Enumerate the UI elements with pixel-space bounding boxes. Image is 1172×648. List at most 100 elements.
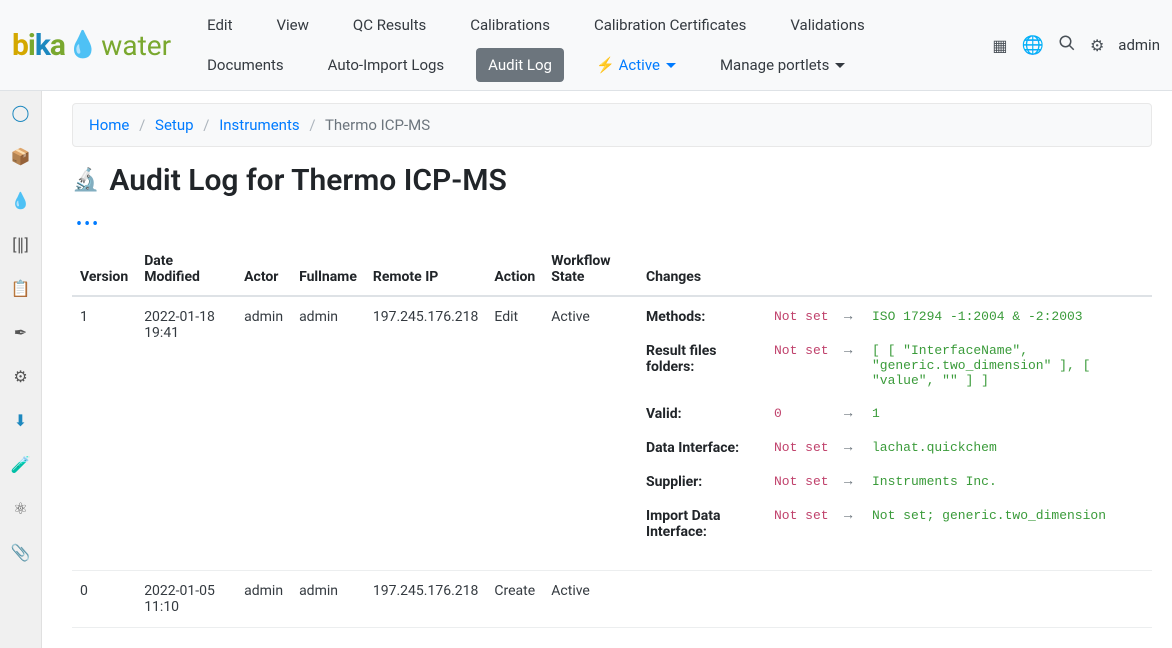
col-state: Workflow State	[543, 243, 638, 296]
microscope-icon: 🔬	[72, 168, 99, 193]
col-changes: Changes	[638, 243, 1152, 296]
change-label: Supplier:	[646, 474, 764, 490]
cell-fullname: admin	[291, 296, 365, 571]
breadcrumb-sep: /	[133, 116, 151, 134]
tab-documents[interactable]: Documents	[195, 48, 296, 82]
col-fullname: Fullname	[291, 243, 365, 296]
change-new: lachat.quickchem	[872, 440, 1144, 455]
sidebar: ◯ 📦 💧 [∥] 📋 ✒ ⚙ ⬇ 🧪 ⚛ 📎	[0, 91, 42, 648]
topbar: bika 💧 water Edit View QC Results Calibr…	[0, 0, 1172, 91]
table-row: 12022-01-18 19:41adminadmin197.245.176.2…	[72, 296, 1152, 571]
tab-validations[interactable]: Validations	[778, 8, 876, 42]
search-icon[interactable]	[1058, 34, 1076, 56]
change-old: Not set	[774, 309, 834, 324]
breadcrumb-sep: /	[197, 116, 215, 134]
breadcrumb-setup[interactable]: Setup	[155, 116, 193, 134]
table-row: 02022-01-05 11:10adminadmin197.245.176.2…	[72, 571, 1152, 628]
tab-audit-log[interactable]: Audit Log	[476, 48, 564, 82]
tab-edit[interactable]: Edit	[195, 8, 244, 42]
logo-k: k	[35, 28, 50, 63]
logo[interactable]: bika 💧 water	[8, 24, 175, 67]
cell-fullname: admin	[291, 571, 365, 628]
sidebar-atoms-icon[interactable]: ⚛	[10, 497, 32, 519]
sidebar-flask-icon[interactable]: 🧪	[10, 453, 32, 475]
sidebar-network-icon[interactable]: ⬇	[10, 409, 32, 431]
col-actor: Actor	[236, 243, 291, 296]
breadcrumb: Home / Setup / Instruments / Thermo ICP-…	[72, 103, 1152, 147]
change-new: 1	[872, 406, 1144, 421]
cell-changes: Methods:Not set→ISO 17294 -1:2004 & -2:2…	[638, 296, 1152, 571]
manage-portlets-dropdown[interactable]: Manage portlets	[708, 48, 857, 82]
water-drop-icon: 💧	[67, 30, 99, 60]
breadcrumb-instruments[interactable]: Instruments	[219, 116, 299, 134]
change-old: 0	[774, 406, 834, 421]
cell-action: Edit	[486, 296, 543, 571]
audit-table: Version Date Modified Actor Fullname Rem…	[72, 243, 1152, 628]
change-new: [ [ "InterfaceName", "generic.two_dimens…	[872, 343, 1144, 388]
breadcrumb-sep: /	[303, 116, 321, 134]
sidebar-gear-icon[interactable]: ⚙	[10, 365, 32, 387]
tab-calibration-certificates[interactable]: Calibration Certificates	[582, 8, 758, 42]
col-date: Date Modified	[136, 243, 236, 296]
main-nav: Edit View QC Results Calibrations Calibr…	[195, 0, 992, 90]
sidebar-dashboard-icon[interactable]: ◯	[10, 101, 32, 123]
cell-changes	[638, 571, 1152, 628]
user-menu[interactable]: admin	[1118, 36, 1160, 54]
arrow-icon: →	[844, 309, 862, 325]
change-old: Not set	[774, 508, 834, 523]
state-active-label: Active	[619, 56, 660, 74]
tab-calibrations[interactable]: Calibrations	[458, 8, 562, 42]
grid-icon[interactable]: ▦	[992, 36, 1007, 55]
sidebar-clipboard-icon[interactable]: 📋	[10, 277, 32, 299]
tab-auto-import-logs[interactable]: Auto-Import Logs	[316, 48, 457, 82]
change-row: Import Data Interface: Not set → Not set; g…	[646, 508, 1144, 540]
cell-version: 0	[72, 571, 136, 628]
cell-actor: admin	[236, 296, 291, 571]
top-right-controls: ▦ 🌐 ⚙ admin	[992, 34, 1160, 56]
change-label: Result files folders:	[646, 343, 764, 375]
col-version: Version	[72, 243, 136, 296]
globe-icon[interactable]: 🌐	[1022, 35, 1044, 56]
change-row: Data Interface: Not set → lachat.quickchem	[646, 440, 1144, 456]
change-label: Valid:	[646, 406, 764, 422]
logo-a: a	[50, 28, 65, 63]
cell-ip: 197.245.176.218	[365, 296, 487, 571]
cell-actor: admin	[236, 571, 291, 628]
arrow-icon: →	[844, 508, 862, 524]
cell-state: Active	[543, 571, 638, 628]
change-old: Not set	[774, 343, 834, 358]
bolt-icon: ⚡	[596, 56, 615, 74]
change-row: Supplier:Not set→Instruments Inc.	[646, 474, 1144, 490]
sidebar-pipette-icon[interactable]: ✒	[10, 321, 32, 343]
sidebar-clip-icon[interactable]: 📎	[10, 541, 32, 563]
change-label: Data Interface:	[646, 440, 764, 456]
more-actions-icon[interactable]: •••	[72, 212, 104, 237]
change-new: Instruments Inc.	[872, 474, 1144, 489]
change-old: Not set	[774, 440, 834, 455]
arrow-icon: →	[844, 406, 862, 422]
state-active-dropdown[interactable]: ⚡Active	[584, 48, 688, 82]
arrow-icon: →	[844, 440, 862, 456]
cell-state: Active	[543, 296, 638, 571]
logo-water: water	[101, 29, 171, 62]
sidebar-barcode-icon[interactable]: [∥]	[10, 233, 32, 255]
logo-b: b	[12, 28, 28, 63]
cell-version: 1	[72, 296, 136, 571]
sidebar-box-icon[interactable]: 📦	[10, 145, 32, 167]
change-label: Import Data Interface:	[646, 508, 764, 540]
cell-ip: 197.245.176.218	[365, 571, 487, 628]
arrow-icon: →	[844, 343, 862, 359]
tab-view[interactable]: View	[264, 8, 320, 42]
gear-icon[interactable]: ⚙	[1090, 36, 1104, 55]
col-action: Action	[486, 243, 543, 296]
change-row: Methods:Not set→ISO 17294 -1:2004 & -2:2…	[646, 309, 1144, 325]
change-row: Result files folders: Not set → [ [ "Interf…	[646, 343, 1144, 388]
sidebar-drop-icon[interactable]: 💧	[10, 189, 32, 211]
change-new: Not set; generic.two_dimension	[872, 508, 1144, 523]
tab-qc-results[interactable]: QC Results	[341, 8, 438, 42]
breadcrumb-home[interactable]: Home	[89, 116, 129, 134]
change-old: Not set	[774, 474, 834, 489]
breadcrumb-current: Thermo ICP-MS	[325, 116, 430, 134]
page-title-text: Audit Log for Thermo ICP-MS	[109, 163, 506, 198]
change-label: Methods:	[646, 309, 764, 325]
